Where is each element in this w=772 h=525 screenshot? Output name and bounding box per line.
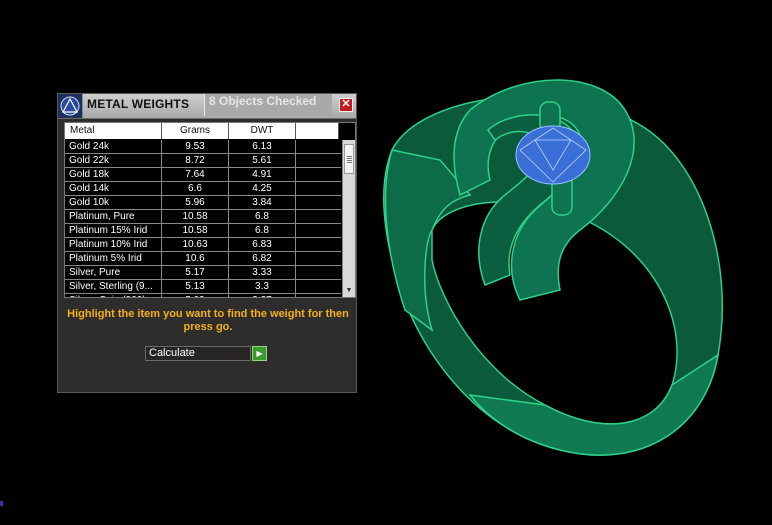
cell-grams: 7.64 xyxy=(162,168,229,181)
scroll-thumb[interactable] xyxy=(344,144,354,174)
objects-checked-status: 8 Objects Checked xyxy=(204,94,332,116)
cell-metal: Gold 22k xyxy=(65,154,162,167)
scroll-grip-line xyxy=(347,156,352,157)
table-row[interactable]: Gold 10k 5.96 3.84 xyxy=(65,196,341,210)
cell-metal: Gold 24k xyxy=(65,140,162,153)
cell-metal: Platinum 5% Irid xyxy=(65,252,162,265)
table-row[interactable]: Gold 22k 8.72 5.61 xyxy=(65,154,341,168)
cell-metal: Gold 18k xyxy=(65,168,162,181)
cell-metal: Silver, Pure xyxy=(65,266,162,279)
cell-grams: 10.58 xyxy=(162,210,229,223)
cell-dwt: 5.61 xyxy=(229,154,296,167)
cell-grams: 8.72 xyxy=(162,154,229,167)
go-button[interactable]: ▶ xyxy=(252,346,267,361)
table-row[interactable]: Gold 18k 7.64 4.91 xyxy=(65,168,341,182)
table-row[interactable]: Silver, Pure 5.17 3.33 xyxy=(65,266,341,280)
cell-dwt: 3.3 xyxy=(229,280,296,293)
cell-metal: Silver, Coin (900) xyxy=(65,294,162,297)
table-row[interactable]: Platinum 10% Irid 10.63 6.83 xyxy=(65,238,341,252)
scroll-grip-line xyxy=(347,162,352,163)
cell-grams: 6.6 xyxy=(162,182,229,195)
cell-empty xyxy=(296,294,341,297)
scroll-down-arrow-icon[interactable]: ▼ xyxy=(343,285,355,296)
cell-metal: Gold 14k xyxy=(65,182,162,195)
cell-dwt: 3.27 xyxy=(229,294,296,297)
cell-empty xyxy=(296,238,341,251)
table-row[interactable]: Platinum 15% Irid 10.58 6.8 xyxy=(65,224,341,238)
table-scrollbar[interactable]: ▼ xyxy=(342,140,355,297)
cell-dwt: 6.8 xyxy=(229,210,296,223)
header-dwt[interactable]: DWT xyxy=(229,123,296,139)
close-button[interactable]: ✕ xyxy=(339,98,353,112)
scroll-grip-line xyxy=(347,158,352,159)
cell-dwt: 3.33 xyxy=(229,266,296,279)
metal-weights-panel: METAL WEIGHTS 8 Objects Checked ✕ Metal … xyxy=(57,93,357,393)
cell-dwt: 6.8 xyxy=(229,224,296,237)
cell-metal: Platinum 10% Irid xyxy=(65,238,162,251)
cell-dwt: 6.13 xyxy=(229,140,296,153)
corner-indicator xyxy=(0,501,3,506)
table-row[interactable]: Silver, Sterling (9... 5.13 3.3 xyxy=(65,280,341,294)
cell-dwt: 4.25 xyxy=(229,182,296,195)
cell-metal: Platinum 15% Irid xyxy=(65,224,162,237)
cell-metal: Gold 10k xyxy=(65,196,162,209)
gemstone xyxy=(515,125,591,185)
cell-grams: 10.6 xyxy=(162,252,229,265)
cell-empty xyxy=(296,224,341,237)
cell-grams: 5.13 xyxy=(162,280,229,293)
cell-grams: 10.58 xyxy=(162,224,229,237)
cell-metal: Platinum, Pure xyxy=(65,210,162,223)
cell-grams: 10.63 xyxy=(162,238,229,251)
app-logo-icon xyxy=(58,94,83,118)
cell-grams: 5.17 xyxy=(162,266,229,279)
cell-empty xyxy=(296,210,341,223)
cell-dwt: 6.82 xyxy=(229,252,296,265)
instruction-text: Highlight the item you want to find the … xyxy=(67,308,349,333)
cell-dwt: 3.84 xyxy=(229,196,296,209)
header-spacer xyxy=(339,123,355,139)
table-row[interactable]: Gold 14k 6.6 4.25 xyxy=(65,182,341,196)
table-header: Metal Grams DWT xyxy=(65,123,355,139)
metal-table: Metal Grams DWT Gold 24k 9.53 6.13 Gold 22k… xyxy=(64,122,356,298)
table-row[interactable]: Platinum 5% Irid 10.6 6.82 xyxy=(65,252,341,266)
scroll-grip-line xyxy=(347,160,352,161)
table-body: Gold 24k 9.53 6.13 Gold 22k 8.72 5.61 Gold 18k… xyxy=(65,140,341,297)
cell-empty xyxy=(296,154,341,167)
cell-dwt: 6.83 xyxy=(229,238,296,251)
cell-empty xyxy=(296,168,341,181)
panel-title: METAL WEIGHTS xyxy=(87,97,190,111)
cell-grams: 5.96 xyxy=(162,196,229,209)
calculate-dropdown[interactable]: Calculate xyxy=(145,346,251,361)
header-metal[interactable]: Metal xyxy=(65,123,162,139)
cell-empty xyxy=(296,266,341,279)
cell-empty xyxy=(296,280,341,293)
cell-grams: 5.09 xyxy=(162,294,229,297)
gem-body xyxy=(515,125,591,185)
cell-empty xyxy=(296,252,341,265)
cell-empty xyxy=(296,182,341,195)
table-row[interactable]: Platinum, Pure 10.58 6.8 xyxy=(65,210,341,224)
table-row[interactable]: Gold 24k 9.53 6.13 xyxy=(65,140,341,154)
cell-dwt: 4.91 xyxy=(229,168,296,181)
cell-empty xyxy=(296,140,341,153)
header-extra xyxy=(296,123,339,139)
table-row[interactable]: Silver, Coin (900)5.093.27 xyxy=(65,294,341,297)
cell-metal: Silver, Sterling (9... xyxy=(65,280,162,293)
cell-grams: 9.53 xyxy=(162,140,229,153)
cell-empty xyxy=(296,196,341,209)
panel-titlebar[interactable]: METAL WEIGHTS 8 Objects Checked ✕ xyxy=(58,94,356,119)
header-grams[interactable]: Grams xyxy=(162,123,229,139)
